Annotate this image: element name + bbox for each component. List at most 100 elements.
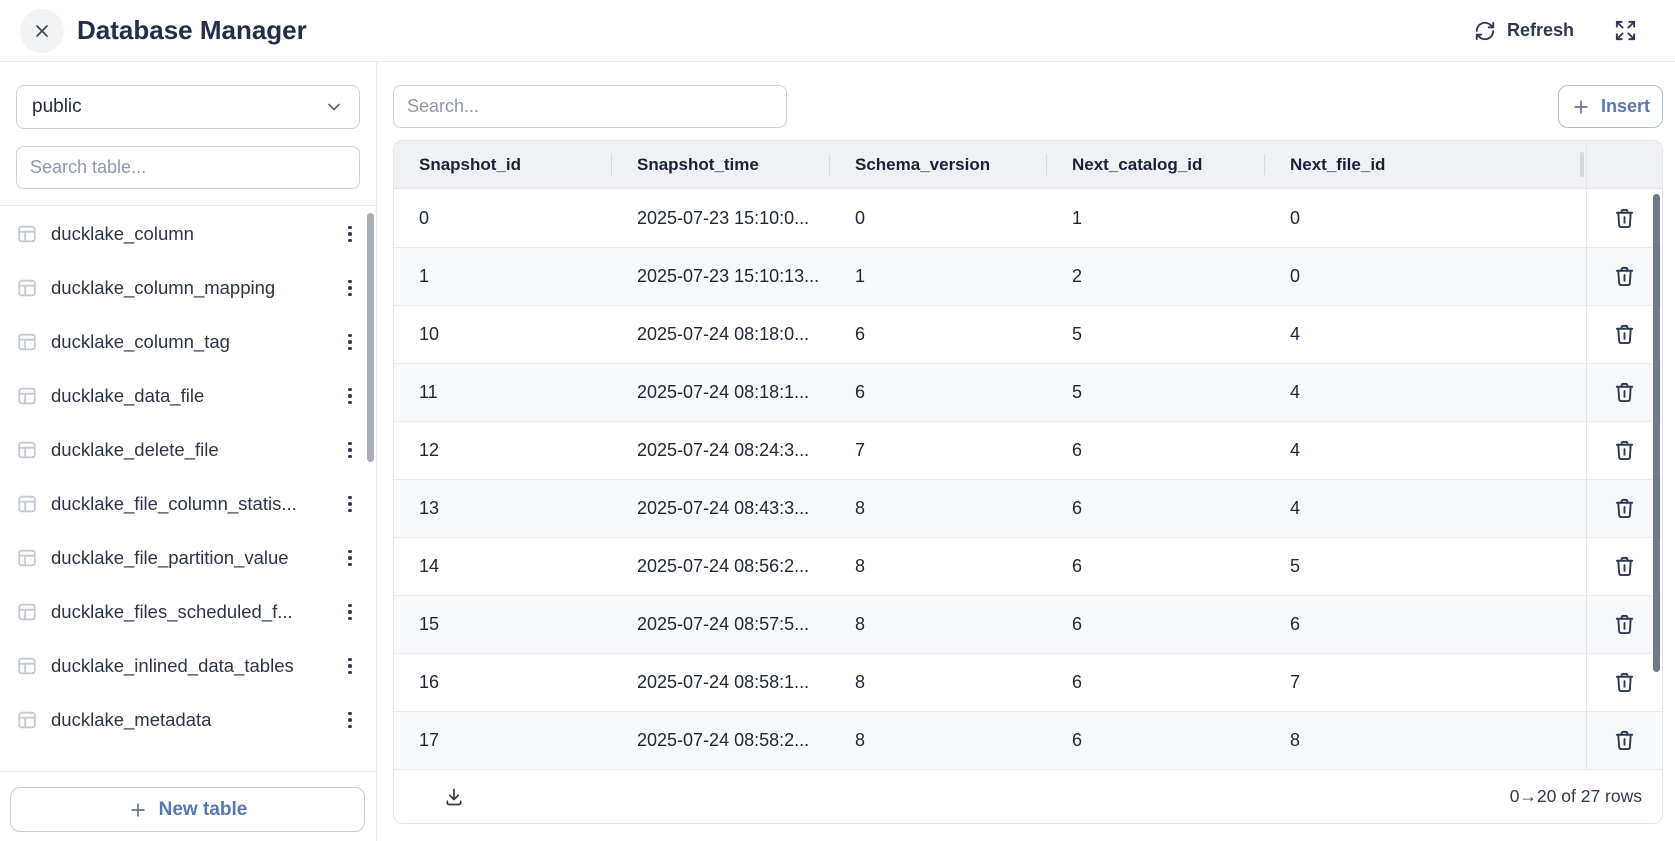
cell-schema-version[interactable]: 0: [830, 189, 1047, 247]
sidebar-item-ducklake-column[interactable]: ducklake_column: [16, 207, 360, 261]
cell-schema-version[interactable]: 6: [830, 306, 1047, 363]
delete-row-button[interactable]: [1609, 377, 1640, 408]
sidebar-item-ducklake-delete-file[interactable]: ducklake_delete_file: [16, 423, 360, 477]
sidebar-item-ducklake-file-partition-value[interactable]: ducklake_file_partition_value: [16, 531, 360, 585]
schema-select[interactable]: public: [16, 85, 360, 129]
cell-snapshot-id[interactable]: 13: [394, 480, 612, 537]
kebab-menu-icon[interactable]: [340, 328, 360, 357]
cell-snapshot-time[interactable]: 2025-07-24 08:58:1...: [612, 654, 830, 711]
refresh-button[interactable]: Refresh: [1474, 20, 1574, 42]
cell-snapshot-id[interactable]: 12: [394, 422, 612, 479]
cell-next-catalog-id[interactable]: 2: [1047, 248, 1265, 305]
delete-row-button[interactable]: [1609, 493, 1640, 524]
cell-snapshot-id[interactable]: 1: [394, 248, 612, 305]
cell-schema-version[interactable]: 8: [830, 654, 1047, 711]
cell-next-file-id[interactable]: 4: [1265, 422, 1586, 479]
cell-snapshot-time[interactable]: 2025-07-24 08:18:1...: [612, 364, 830, 421]
chevron-down-icon: [324, 97, 344, 117]
cell-next-catalog-id[interactable]: 5: [1047, 364, 1265, 421]
sidebar-item-ducklake-data-file[interactable]: ducklake_data_file: [16, 369, 360, 423]
cell-next-catalog-id[interactable]: 6: [1047, 422, 1265, 479]
cell-next-file-id[interactable]: 4: [1265, 364, 1586, 421]
column-resize-handle[interactable]: [1580, 152, 1584, 177]
cell-snapshot-time[interactable]: 2025-07-24 08:24:3...: [612, 422, 830, 479]
cell-snapshot-time[interactable]: 2025-07-23 15:10:0...: [612, 189, 830, 247]
table-search-input[interactable]: [16, 146, 360, 189]
cell-snapshot-id[interactable]: 15: [394, 596, 612, 653]
kebab-menu-icon[interactable]: [340, 436, 360, 465]
cell-schema-version[interactable]: 1: [830, 248, 1047, 305]
download-button[interactable]: [442, 785, 466, 809]
delete-row-button[interactable]: [1609, 203, 1640, 234]
kebab-menu-icon[interactable]: [340, 706, 360, 735]
cell-next-catalog-id[interactable]: 6: [1047, 538, 1265, 595]
table-header-row: Snapshot_id Snapshot_time Schema_version…: [394, 141, 1662, 189]
delete-row-button[interactable]: [1609, 551, 1640, 582]
cell-snapshot-time[interactable]: 2025-07-23 15:10:13...: [612, 248, 830, 305]
kebab-menu-icon[interactable]: [340, 274, 360, 303]
sidebar-item-ducklake-column-mapping[interactable]: ducklake_column_mapping: [16, 261, 360, 315]
cell-schema-version[interactable]: 8: [830, 596, 1047, 653]
table-scrollbar-thumb[interactable]: [1653, 194, 1660, 672]
fullscreen-button[interactable]: [1614, 19, 1637, 42]
cell-snapshot-id[interactable]: 11: [394, 364, 612, 421]
kebab-menu-icon[interactable]: [340, 490, 360, 519]
delete-row-button[interactable]: [1609, 435, 1640, 466]
cell-snapshot-time[interactable]: 2025-07-24 08:57:5...: [612, 596, 830, 653]
cell-next-file-id[interactable]: 4: [1265, 480, 1586, 537]
cell-snapshot-time[interactable]: 2025-07-24 08:18:0...: [612, 306, 830, 363]
sidebar-item-ducklake-files-scheduled[interactable]: ducklake_files_scheduled_f...: [16, 585, 360, 639]
cell-next-file-id[interactable]: 6: [1265, 596, 1586, 653]
cell-next-file-id[interactable]: 0: [1265, 189, 1586, 247]
sidebar-item-ducklake-inlined-data-tables[interactable]: ducklake_inlined_data_tables: [16, 639, 360, 693]
kebab-menu-icon[interactable]: [340, 382, 360, 411]
kebab-menu-icon[interactable]: [340, 220, 360, 249]
cell-snapshot-id[interactable]: 17: [394, 712, 612, 769]
cell-schema-version[interactable]: 7: [830, 422, 1047, 479]
new-table-button[interactable]: New table: [10, 787, 365, 832]
sidebar-item-ducklake-metadata[interactable]: ducklake_metadata: [16, 693, 360, 747]
cell-snapshot-id[interactable]: 16: [394, 654, 612, 711]
cell-snapshot-time[interactable]: 2025-07-24 08:58:2...: [612, 712, 830, 769]
cell-next-file-id[interactable]: 0: [1265, 248, 1586, 305]
cell-next-catalog-id[interactable]: 6: [1047, 654, 1265, 711]
sidebar-scrollbar-thumb[interactable]: [367, 213, 374, 462]
cell-next-file-id[interactable]: 4: [1265, 306, 1586, 363]
cell-next-catalog-id[interactable]: 6: [1047, 596, 1265, 653]
cell-next-catalog-id[interactable]: 5: [1047, 306, 1265, 363]
cell-schema-version[interactable]: 8: [830, 712, 1047, 769]
table-name: ducklake_files_scheduled_f...: [51, 601, 293, 623]
delete-row-button[interactable]: [1609, 261, 1640, 292]
insert-button[interactable]: Insert: [1558, 85, 1663, 128]
cell-schema-version[interactable]: 6: [830, 364, 1047, 421]
cell-schema-version[interactable]: 8: [830, 480, 1047, 537]
cell-snapshot-id[interactable]: 14: [394, 538, 612, 595]
cell-snapshot-time[interactable]: 2025-07-24 08:56:2...: [612, 538, 830, 595]
column-header-actions: [1586, 141, 1662, 188]
cell-snapshot-time[interactable]: 2025-07-24 08:43:3...: [612, 480, 830, 537]
kebab-menu-icon[interactable]: [340, 598, 360, 627]
cell-snapshot-id[interactable]: 10: [394, 306, 612, 363]
delete-row-button[interactable]: [1609, 609, 1640, 640]
cell-schema-version[interactable]: 8: [830, 538, 1047, 595]
cell-next-catalog-id[interactable]: 1: [1047, 189, 1265, 247]
trash-icon: [1613, 497, 1636, 520]
search-input[interactable]: [393, 85, 787, 128]
cell-snapshot-id[interactable]: 0: [394, 189, 612, 247]
cell-next-catalog-id[interactable]: 6: [1047, 480, 1265, 537]
cell-next-file-id[interactable]: 7: [1265, 654, 1586, 711]
delete-row-button[interactable]: [1609, 667, 1640, 698]
delete-row-button[interactable]: [1609, 319, 1640, 350]
close-button[interactable]: [20, 9, 64, 53]
cell-next-file-id[interactable]: 5: [1265, 538, 1586, 595]
cell-next-catalog-id[interactable]: 6: [1047, 712, 1265, 769]
sidebar-item-ducklake-column-tag[interactable]: ducklake_column_tag: [16, 315, 360, 369]
kebab-menu-icon[interactable]: [340, 652, 360, 681]
sidebar-divider: [0, 205, 376, 206]
table-row: 1 2025-07-23 15:10:13... 1 2 0: [394, 247, 1662, 305]
kebab-menu-icon[interactable]: [340, 544, 360, 573]
table-icon: [16, 223, 38, 245]
delete-row-button[interactable]: [1609, 725, 1640, 756]
sidebar-item-ducklake-file-column-statistics[interactable]: ducklake_file_column_statis...: [16, 477, 360, 531]
cell-next-file-id[interactable]: 8: [1265, 712, 1586, 769]
